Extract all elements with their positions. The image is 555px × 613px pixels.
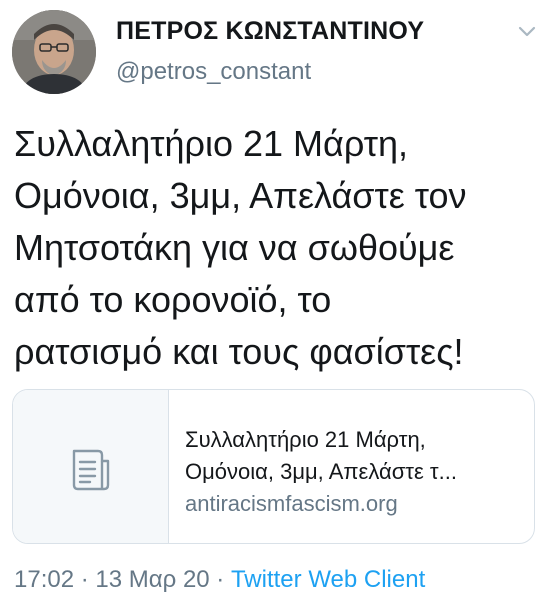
meta-separator: · <box>74 566 96 593</box>
document-icon <box>72 449 110 491</box>
tweet-text-line: Συλλαλητήριο 21 Μάρτη, <box>14 123 409 164</box>
tweet-text-line: Μητσοτάκη για να σωθούμε <box>14 227 455 268</box>
card-title: Συλλαλητήριο 21 Μάρτη, Ομόνοια, 3μμ, Απε… <box>185 424 525 488</box>
meta-separator: · <box>209 566 231 593</box>
display-name[interactable]: ΠΕΤΡΟΣ ΚΩΝΣΤΑΝΤΙΝΟΥ <box>116 17 424 46</box>
tweet-date[interactable]: 13 Μαρ 20 <box>95 566 209 593</box>
card-title-line: Συλλαλητήριο 21 Μάρτη, <box>185 427 426 452</box>
tweet-text-line: Ομόνοια, 3μμ, Απελάστε τον <box>14 175 467 216</box>
tweet-text-line: ρατσισμό και τους φασίστες! <box>14 331 464 372</box>
avatar[interactable] <box>12 10 96 94</box>
card-thumbnail <box>13 390 169 543</box>
card-title-line: Ομόνοια, 3μμ, Απελάστε τ... <box>185 459 457 484</box>
card-domain: antiracismfascism.org <box>185 491 398 516</box>
tweet-source-link[interactable]: Twitter Web Client <box>231 566 425 593</box>
tweet-time[interactable]: 17:02 <box>14 566 74 593</box>
user-handle[interactable]: @petros_constant <box>116 58 311 86</box>
chevron-down-icon[interactable] <box>516 24 538 40</box>
person-photo-avatar-icon <box>12 10 96 94</box>
tweet-text: Συλλαλητήριο 21 Μάρτη, Ομόνοια, 3μμ, Απε… <box>14 118 544 378</box>
tweet-meta: 17:02 · 13 Μαρ 20 · Twitter Web Client <box>14 566 425 594</box>
tweet-text-line: από το κορονοϊό, το <box>14 279 332 320</box>
link-preview-card[interactable]: Συλλαλητήριο 21 Μάρτη, Ομόνοια, 3μμ, Απε… <box>12 389 535 544</box>
